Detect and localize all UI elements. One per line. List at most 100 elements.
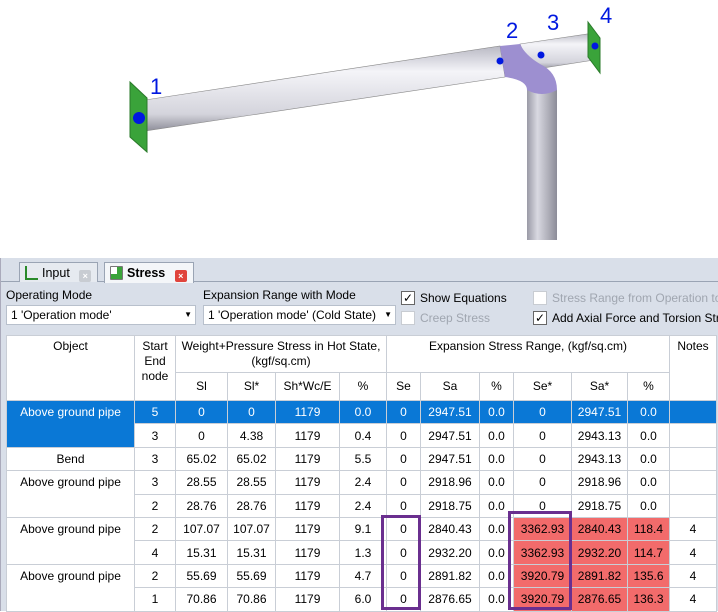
table-cell[interactable]: 0 <box>386 423 421 448</box>
table-cell[interactable]: 4.7 <box>339 563 387 589</box>
table-cell[interactable]: 3 <box>134 446 176 472</box>
table-cell[interactable]: 28.76 <box>227 493 276 518</box>
table-cell[interactable]: 114.7 <box>627 540 670 565</box>
subheader-6[interactable]: % <box>479 372 514 401</box>
table-cell[interactable]: 0.0 <box>479 563 514 589</box>
subheader-0[interactable]: Sl <box>175 372 228 401</box>
table-cell[interactable]: 107.07 <box>227 516 276 542</box>
table-cell[interactable]: 1179 <box>275 446 340 472</box>
table-cell[interactable]: 2947.51 <box>420 446 480 472</box>
header-node[interactable]: Start End node <box>134 335 176 401</box>
table-cell[interactable]: 0.0 <box>479 587 514 612</box>
table-cell[interactable]: 0 <box>175 423 228 448</box>
table-cell[interactable]: 4.38 <box>227 423 276 448</box>
subheader-2[interactable]: Sh*Wc/E <box>275 372 340 401</box>
table-cell[interactable]: 2932.20 <box>571 540 628 565</box>
add-axial-checkbox[interactable]: ✓ Add Axial Force and Torsion Stre <box>533 310 718 326</box>
table-cell[interactable]: 15.31 <box>175 540 228 565</box>
table-cell[interactable] <box>669 470 717 495</box>
table-cell[interactable]: 4 <box>669 563 717 589</box>
table-cell[interactable]: 1179 <box>275 470 340 495</box>
table-cell[interactable]: 136.3 <box>627 587 670 612</box>
table-cell[interactable]: 0 <box>175 399 228 425</box>
table-cell[interactable]: 107.07 <box>175 516 228 542</box>
table-cell[interactable]: 2.4 <box>339 470 387 495</box>
table-cell[interactable]: 70.86 <box>227 587 276 612</box>
subheader-5[interactable]: Sa <box>420 372 480 401</box>
table-cell[interactable]: 3362.93 <box>513 540 572 565</box>
table-cell[interactable]: 2947.51 <box>571 399 628 425</box>
table-cell[interactable]: 0 <box>386 540 421 565</box>
table-cell[interactable]: 0.0 <box>627 423 670 448</box>
table-cell[interactable] <box>669 493 717 518</box>
table-cell[interactable]: 0 <box>386 399 421 425</box>
table-cell[interactable]: 3 <box>134 470 176 495</box>
table-cell[interactable]: 1179 <box>275 540 340 565</box>
subheader-9[interactable]: % <box>627 372 670 401</box>
table-cell[interactable]: 0.0 <box>479 470 514 495</box>
table-cell[interactable]: 2 <box>134 563 176 589</box>
table-cell[interactable]: 2 <box>134 516 176 542</box>
operating-mode-select[interactable]: 1 'Operation mode' ▼ <box>6 305 196 325</box>
table-cell[interactable]: 0 <box>386 446 421 472</box>
table-cell[interactable]: 2 <box>134 493 176 518</box>
header-object[interactable]: Object <box>6 335 135 401</box>
table-cell[interactable]: 0 <box>386 563 421 589</box>
table-row[interactable]: Above ground pipe 5 0 0 1179 0.0 0 2947.51 0.0 0 2… <box>6 399 717 448</box>
object-cell[interactable]: Above ground pipe <box>6 516 135 565</box>
table-cell[interactable]: 0 <box>386 587 421 612</box>
table-row[interactable]: Above ground pipe 2 55.69 55.69 1179 4.7 0 2891… <box>6 563 717 612</box>
table-cell[interactable]: 0.4 <box>339 423 387 448</box>
table-cell[interactable]: 2918.96 <box>571 470 628 495</box>
table-cell[interactable]: 1179 <box>275 563 340 589</box>
table-cell[interactable]: 1179 <box>275 587 340 612</box>
table-cell[interactable]: 0 <box>513 399 572 425</box>
table-cell[interactable]: 0.0 <box>479 540 514 565</box>
table-cell[interactable]: 2932.20 <box>420 540 480 565</box>
table-cell[interactable]: 0.0 <box>479 399 514 425</box>
table-cell[interactable]: 0.0 <box>627 470 670 495</box>
subheader-4[interactable]: Se <box>386 372 421 401</box>
table-cell[interactable]: 55.69 <box>227 563 276 589</box>
table-cell[interactable]: 0.0 <box>627 399 670 425</box>
table-cell[interactable]: 5.5 <box>339 446 387 472</box>
table-cell[interactable]: 2918.75 <box>571 493 628 518</box>
table-cell[interactable]: 4 <box>669 516 717 542</box>
object-cell[interactable]: Above ground pipe <box>6 563 135 612</box>
table-cell[interactable] <box>669 423 717 448</box>
table-cell[interactable]: 28.76 <box>175 493 228 518</box>
object-cell[interactable]: Bend <box>6 446 135 472</box>
table-cell[interactable]: 0 <box>386 516 421 542</box>
table-cell[interactable]: 2876.65 <box>420 587 480 612</box>
table-cell[interactable]: 3 <box>134 423 176 448</box>
table-cell[interactable]: 0 <box>386 470 421 495</box>
table-cell[interactable]: 0 <box>513 493 572 518</box>
table-cell[interactable]: 1 <box>134 587 176 612</box>
table-cell[interactable]: 0 <box>227 399 276 425</box>
table-cell[interactable]: 0 <box>513 423 572 448</box>
table-cell[interactable]: 4 <box>669 587 717 612</box>
subheader-8[interactable]: Sa* <box>571 372 628 401</box>
table-cell[interactable]: 2891.82 <box>571 563 628 589</box>
table-row[interactable]: Above ground pipe 2 107.07 107.07 1179 9.1 0 28… <box>6 516 717 565</box>
table-cell[interactable]: 5 <box>134 399 176 425</box>
table-cell[interactable]: 0.0 <box>479 423 514 448</box>
table-cell[interactable]: 1179 <box>275 423 340 448</box>
table-cell[interactable]: 2943.13 <box>571 446 628 472</box>
table-cell[interactable]: 135.6 <box>627 563 670 589</box>
subheader-3[interactable]: % <box>339 372 387 401</box>
table-cell[interactable]: 3920.79 <box>513 563 572 589</box>
table-cell[interactable]: 15.31 <box>227 540 276 565</box>
subheader-1[interactable]: Sl* <box>227 372 276 401</box>
subheader-7[interactable]: Se* <box>513 372 572 401</box>
table-cell[interactable]: 55.69 <box>175 563 228 589</box>
stress-range-checkbox[interactable]: Stress Range from Operation to <box>533 290 718 306</box>
table-cell[interactable]: 2918.96 <box>420 470 480 495</box>
table-cell[interactable]: 6.0 <box>339 587 387 612</box>
object-cell[interactable]: Above ground pipe <box>6 400 135 448</box>
table-cell[interactable] <box>669 446 717 472</box>
table-cell[interactable]: 0 <box>513 470 572 495</box>
table-cell[interactable]: 2.4 <box>339 493 387 518</box>
table-cell[interactable]: 2947.51 <box>420 423 480 448</box>
expansion-range-select[interactable]: 1 'Operation mode' (Cold State) ▼ <box>203 305 396 325</box>
